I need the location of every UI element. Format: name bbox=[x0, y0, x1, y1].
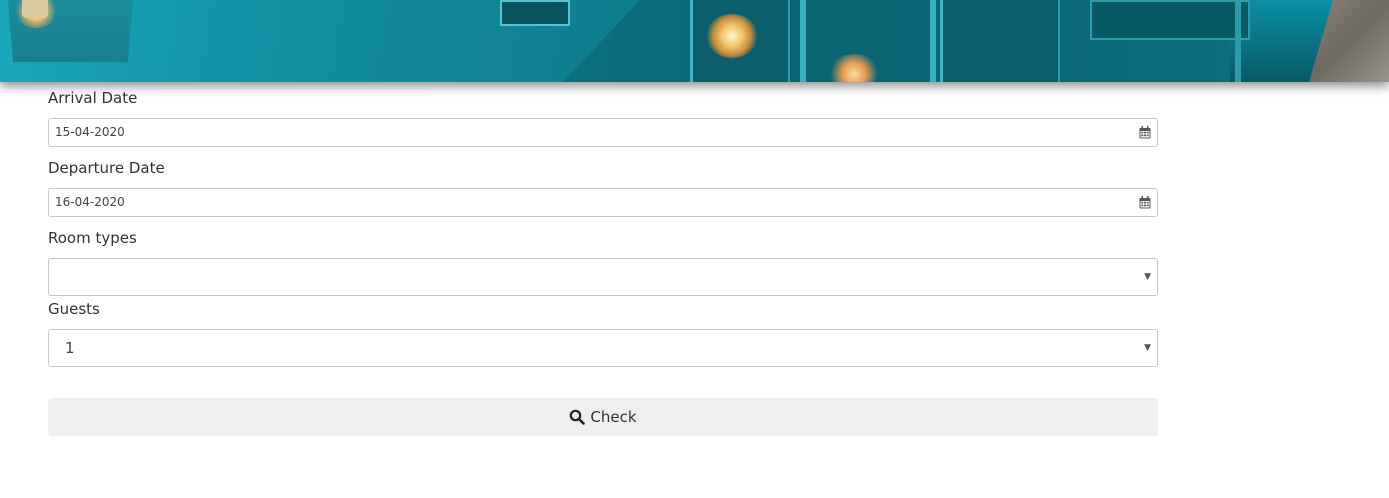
arrival-date-label: Arrival Date bbox=[48, 89, 138, 107]
caret-down-icon: ▼ bbox=[1144, 343, 1151, 353]
booking-form: Arrival Date 15-04-2020 Departure Date 1… bbox=[48, 82, 1158, 436]
banner-lamp-glow bbox=[22, 0, 48, 18]
check-button-label: Check bbox=[590, 408, 637, 426]
banner-pillar bbox=[1235, 0, 1241, 82]
banner-door bbox=[940, 0, 1060, 82]
arrival-date-value: 15-04-2020 bbox=[55, 125, 125, 139]
departure-date-input[interactable]: 16-04-2020 bbox=[48, 188, 1158, 217]
calendar-icon[interactable] bbox=[1139, 196, 1151, 209]
banner-rock-wall bbox=[1309, 0, 1389, 82]
banner-pillar bbox=[800, 0, 806, 82]
departure-date-value: 16-04-2020 bbox=[55, 195, 125, 209]
guests-select[interactable]: 1 ▼ bbox=[48, 329, 1158, 367]
room-types-select[interactable]: ▼ bbox=[48, 258, 1158, 296]
banner-doorframe bbox=[1090, 0, 1250, 40]
calendar-icon[interactable] bbox=[1139, 126, 1151, 139]
banner-pillar bbox=[930, 0, 936, 82]
room-types-label: Room types bbox=[48, 229, 137, 247]
banner-lamp bbox=[706, 14, 758, 58]
search-icon bbox=[570, 409, 586, 425]
guests-value: 1 bbox=[65, 339, 75, 357]
hero-banner bbox=[0, 0, 1389, 82]
caret-down-icon: ▼ bbox=[1144, 272, 1151, 282]
arrival-date-input[interactable]: 15-04-2020 bbox=[48, 118, 1158, 147]
departure-date-label: Departure Date bbox=[48, 159, 165, 177]
check-button[interactable]: Check bbox=[48, 398, 1158, 436]
banner-doorframe bbox=[500, 0, 570, 26]
guests-label: Guests bbox=[48, 300, 100, 318]
